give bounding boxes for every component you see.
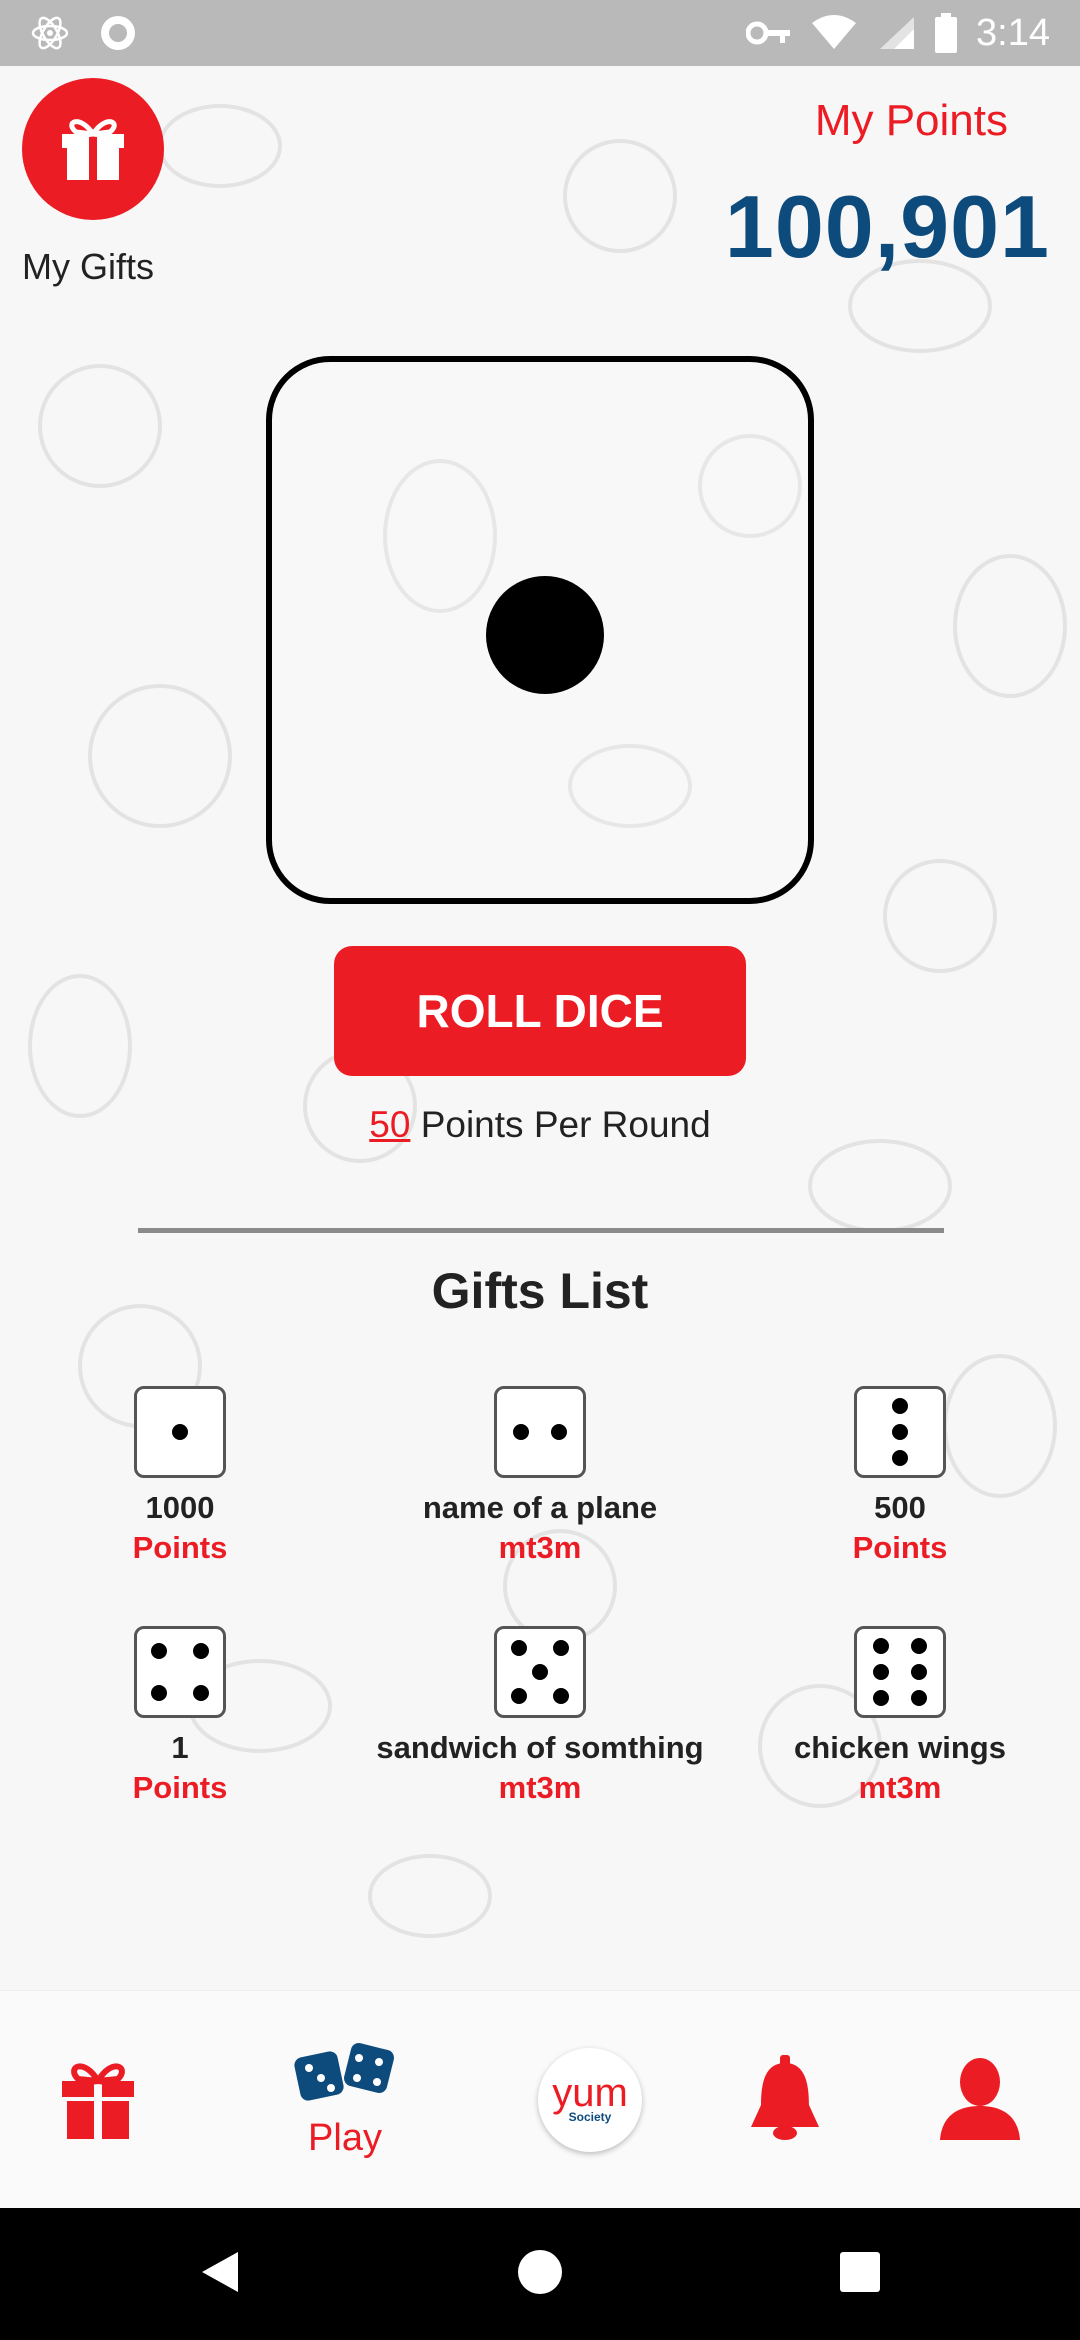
gift-name: 500 xyxy=(874,1490,926,1525)
die-face-4-icon xyxy=(134,1626,226,1718)
dice-face xyxy=(266,356,814,904)
nav-profile-tab[interactable] xyxy=(930,1991,1030,2209)
die-pip xyxy=(532,1664,548,1680)
nav-play-tab[interactable]: Play xyxy=(280,1991,410,2209)
points-per-round: 50 Points Per Round xyxy=(0,1104,1080,1146)
die-pip xyxy=(192,1684,209,1701)
gift-unit: Points xyxy=(132,1770,228,1805)
back-icon xyxy=(198,2248,242,2301)
die-face-6-icon xyxy=(854,1626,946,1718)
recents-icon xyxy=(839,2251,881,2298)
gift-item: name of a plane mt3m xyxy=(360,1386,720,1566)
gift-unit: Points xyxy=(132,1530,228,1565)
wifi-icon xyxy=(810,15,858,51)
yum-society-logo: yum Society xyxy=(538,2048,642,2152)
status-bar: 3:14 xyxy=(0,0,1080,66)
die-face-2-icon xyxy=(494,1386,586,1478)
logo-text: yum xyxy=(552,2071,628,2115)
key-icon xyxy=(746,18,792,48)
roll-dice-button[interactable]: ROLL DICE xyxy=(334,946,746,1076)
gift-name: 1 xyxy=(171,1730,189,1765)
dice-pip xyxy=(486,576,604,694)
gift-item: sandwich of somthing mt3m xyxy=(360,1626,720,1806)
die-pip xyxy=(192,1643,209,1660)
die-pip xyxy=(873,1689,890,1706)
nav-play-label: Play xyxy=(308,2117,382,2159)
die-pip xyxy=(513,1424,530,1440)
gift-unit: mt3m xyxy=(498,1770,582,1805)
gift-icon xyxy=(58,2055,138,2146)
record-icon xyxy=(98,13,138,53)
logo-sub: Society xyxy=(568,2110,612,2124)
nav-gifts-tab[interactable] xyxy=(48,1991,148,2209)
die-pip xyxy=(550,1424,567,1440)
gift-item: 1 Points xyxy=(0,1626,360,1806)
atom-icon xyxy=(30,13,70,53)
die-pip xyxy=(873,1638,890,1655)
battery-icon xyxy=(934,13,958,53)
profile-icon xyxy=(936,2054,1024,2147)
my-points-label: My Points xyxy=(814,96,1008,145)
status-time: 3:14 xyxy=(976,11,1050,54)
dice-icon xyxy=(293,2040,397,2111)
home-button[interactable] xyxy=(480,2208,600,2340)
die-pip xyxy=(151,1684,168,1701)
gift-unit: mt3m xyxy=(498,1530,582,1565)
bell-icon xyxy=(745,2053,825,2148)
nav-notifications-tab[interactable] xyxy=(740,1991,830,2209)
gift-unit: Points xyxy=(852,1530,948,1565)
die-pip xyxy=(892,1398,908,1415)
signal-icon xyxy=(876,15,916,51)
die-pip xyxy=(172,1424,188,1440)
die-pip xyxy=(910,1664,927,1680)
die-pip xyxy=(910,1638,927,1655)
gift-name: name of a plane xyxy=(422,1490,658,1525)
my-gifts-label: My Gifts xyxy=(22,246,154,287)
round-cost-suffix: Points Per Round xyxy=(420,1104,711,1145)
die-face-5-icon xyxy=(494,1626,586,1718)
gift-name: 1000 xyxy=(145,1490,215,1525)
die-pip xyxy=(552,1688,569,1705)
points-value: 100,901 xyxy=(724,177,1050,276)
gift-item: chicken wings mt3m xyxy=(720,1626,1080,1806)
system-nav-bar xyxy=(0,2208,1080,2340)
nav-home-tab[interactable]: yum Society xyxy=(536,1991,644,2209)
gift-name: chicken wings xyxy=(794,1730,1006,1765)
divider xyxy=(138,1228,944,1233)
die-pip xyxy=(873,1664,890,1680)
gift-item: 500 Points xyxy=(720,1386,1080,1566)
home-icon xyxy=(516,2248,564,2301)
die-pip xyxy=(511,1639,528,1656)
recents-button[interactable] xyxy=(800,2208,920,2340)
die-pip xyxy=(892,1424,908,1440)
die-pip xyxy=(910,1689,927,1706)
gifts-list-title: Gifts List xyxy=(431,1263,649,1319)
die-face-3-icon xyxy=(854,1386,946,1478)
gift-item: 1000 Points xyxy=(0,1386,360,1566)
die-pip xyxy=(892,1449,908,1466)
bottom-nav: Play yum Society xyxy=(0,1990,1080,2208)
die-face-1-icon xyxy=(134,1386,226,1478)
round-cost: 50 xyxy=(369,1104,411,1145)
gift-name: sandwich of somthing xyxy=(376,1730,704,1765)
die-pip xyxy=(151,1643,168,1660)
die-pip xyxy=(511,1688,528,1705)
gift-icon xyxy=(56,110,130,189)
gift-unit: mt3m xyxy=(858,1770,942,1805)
die-pip xyxy=(552,1639,569,1656)
back-button[interactable] xyxy=(160,2208,280,2340)
my-gifts-button[interactable] xyxy=(22,78,164,220)
